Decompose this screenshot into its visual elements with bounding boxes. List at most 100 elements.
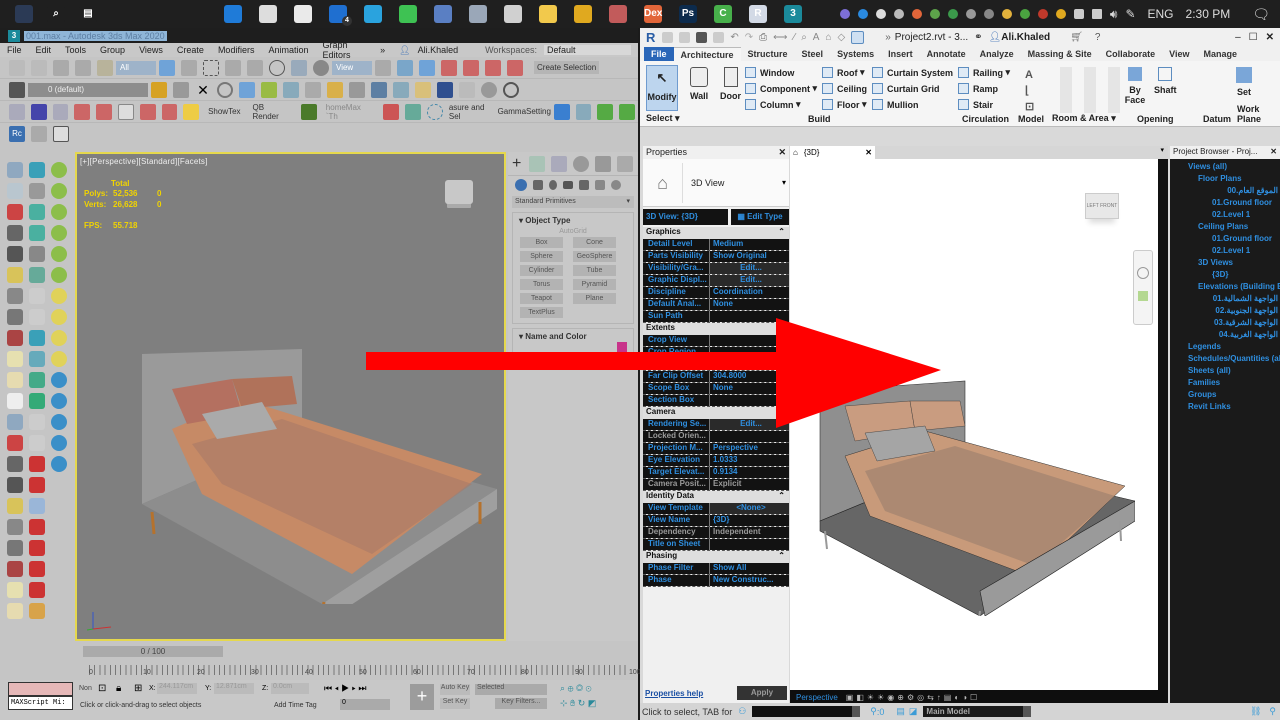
viewport-label[interactable]: [+][Perspective][Standard][Facets] [80, 157, 208, 166]
reference-coordinate-dropdown[interactable]: View [332, 60, 372, 75]
absolute-mode-icon[interactable]: ⊞ [134, 683, 142, 694]
create-selection-button[interactable]: Create Selection [534, 61, 600, 74]
window-crossing-icon[interactable] [225, 59, 241, 76]
browser-item[interactable]: Views (all) [1170, 161, 1280, 173]
help-icon[interactable]: ? [1095, 32, 1101, 43]
auto-key-button[interactable]: Auto Key [440, 684, 470, 695]
create-tool-icon[interactable] [51, 435, 67, 451]
sphere-icon[interactable] [481, 81, 497, 98]
cart-icon[interactable]: 🛒︎ [1070, 32, 1083, 43]
steering-wheel-icon[interactable] [1137, 267, 1149, 279]
create-tool-icon[interactable] [51, 309, 67, 325]
media-icon[interactable] [609, 5, 627, 23]
zoom-region-icon[interactable] [1138, 291, 1148, 301]
plane-icon[interactable] [437, 81, 453, 98]
zoom-extents-icon[interactable]: ◎ [576, 683, 583, 693]
create-tab-icon[interactable]: + [512, 155, 521, 173]
walk-icon[interactable] [459, 81, 475, 98]
undo-icon[interactable] [9, 59, 25, 76]
collapse-icon[interactable]: ⌃ [778, 551, 785, 563]
create-tool-icon[interactable] [29, 477, 45, 493]
selection-filter-dropdown[interactable]: All [116, 60, 156, 75]
create-tool-icon[interactable] [29, 414, 45, 430]
placement-icon[interactable] [313, 59, 329, 76]
ribbon-tab-architecture[interactable]: Architecture [673, 47, 741, 61]
revit-user[interactable]: Ali.Khaled [1001, 32, 1050, 43]
zoom-all-icon[interactable]: ⊕ [568, 683, 574, 693]
undo-icon[interactable]: ↶ [730, 32, 738, 43]
minimize-button[interactable]: – [1235, 32, 1241, 43]
create-tool-icon[interactable] [29, 267, 45, 283]
primitive-geosphere-button[interactable]: GeoSphere [573, 251, 616, 262]
create-tool-icon[interactable] [51, 288, 67, 304]
3dsmax-icon[interactable]: 3 [784, 5, 802, 23]
create-tool-icon[interactable] [51, 414, 67, 430]
create-tool-icon[interactable] [29, 204, 45, 220]
primitive-sphere-button[interactable]: Sphere [520, 251, 563, 262]
menu-file[interactable]: File [7, 45, 22, 55]
create-tool-icon[interactable] [29, 288, 45, 304]
door-icon[interactable] [393, 81, 409, 98]
create-tool-icon[interactable] [7, 561, 23, 577]
manipulate-icon[interactable] [397, 59, 413, 76]
browser-item[interactable]: الواجهة الشمالية.01 [1170, 293, 1280, 305]
switch-windows-icon[interactable] [851, 31, 865, 44]
create-tool-icon[interactable] [29, 330, 45, 346]
tab-overflow-icon[interactable]: ▾ [1160, 146, 1164, 159]
view-control-icons[interactable]: ▣◧☀☀◉⊕⚙◎⇆↑▤◐◑☐ [846, 693, 980, 702]
viewcube[interactable]: LEFT FRONT [1085, 193, 1119, 219]
create-tool-icon[interactable] [7, 204, 23, 220]
green-cube-2-icon[interactable] [619, 103, 636, 120]
category-dropdown[interactable]: Standard Primitives ▾ [512, 196, 634, 208]
ceiling-button[interactable]: Ceiling [822, 83, 867, 94]
pivot-icon[interactable] [375, 59, 391, 76]
angle-red-icon[interactable] [74, 103, 91, 120]
orbit-icon[interactable]: ↻ [578, 698, 586, 708]
browser-item[interactable]: 01.Ground floor [1170, 233, 1280, 245]
menu-overflow[interactable]: » [380, 45, 385, 55]
action-center-icon[interactable]: 🗨︎ [1252, 6, 1270, 23]
pen-icon[interactable]: ✎ [1125, 7, 1135, 21]
property-group-identity-data[interactable]: Identity Data ⌃ [643, 491, 789, 503]
property-value[interactable]: Explicit [709, 479, 789, 490]
ribbon-tab-view[interactable]: View [1162, 47, 1196, 61]
modify-button[interactable]: ↖ Modify [646, 65, 678, 111]
create-tool-icon[interactable] [7, 288, 23, 304]
edit-type-button[interactable]: ▦ Edit Type [731, 209, 789, 225]
property-value[interactable]: Show Original [709, 251, 789, 262]
browser-item[interactable]: Sheets (all) [1170, 365, 1280, 377]
create-tool-icon[interactable] [29, 372, 45, 388]
primitive-box-button[interactable]: Box [520, 237, 563, 248]
maxscript-listener[interactable] [8, 682, 73, 696]
clock-app-icon[interactable] [259, 5, 277, 23]
primitive-pyramid-button[interactable]: Pyramid [573, 279, 616, 290]
create-tool-icon[interactable] [51, 225, 67, 241]
browser-item[interactable]: 3D Views [1170, 257, 1280, 269]
vertical-scrollbar[interactable] [1158, 159, 1168, 690]
layers-icon[interactable] [173, 81, 189, 98]
target-icon[interactable] [503, 81, 519, 98]
property-value[interactable] [709, 539, 789, 550]
property-value[interactable]: 1.0333 [709, 455, 789, 466]
create-tool-icon[interactable] [7, 603, 23, 619]
set-key-button[interactable]: Set Key [440, 698, 470, 709]
arrow-up-icon[interactable] [349, 81, 365, 98]
sync-icon[interactable] [713, 32, 725, 43]
angle-snap-icon[interactable] [463, 59, 479, 76]
create-tool-icon[interactable] [51, 456, 67, 472]
3d-view-icon[interactable]: ⌂ [825, 32, 831, 43]
plugin-blue-icon[interactable] [553, 103, 570, 120]
maxscript-mini-input[interactable]: MAXScript Mi: [8, 696, 73, 710]
menu-group[interactable]: Group [100, 45, 125, 55]
create-tool-icon[interactable] [7, 162, 23, 178]
create-tool-icon[interactable] [29, 309, 45, 325]
goto-start-icon[interactable]: ⏮ [324, 683, 332, 693]
create-tool-icon[interactable] [29, 246, 45, 262]
create-tool-icon[interactable] [51, 267, 67, 283]
dimension-red-icon[interactable] [161, 103, 178, 120]
prev-frame-icon[interactable]: ◂ [335, 683, 339, 693]
close-x-icon[interactable]: ✕ [195, 82, 211, 98]
create-tool-icon[interactable] [7, 183, 23, 199]
file-explorer-icon[interactable] [539, 5, 557, 23]
z-coordinate-field[interactable]: 0.0cm [271, 683, 309, 694]
